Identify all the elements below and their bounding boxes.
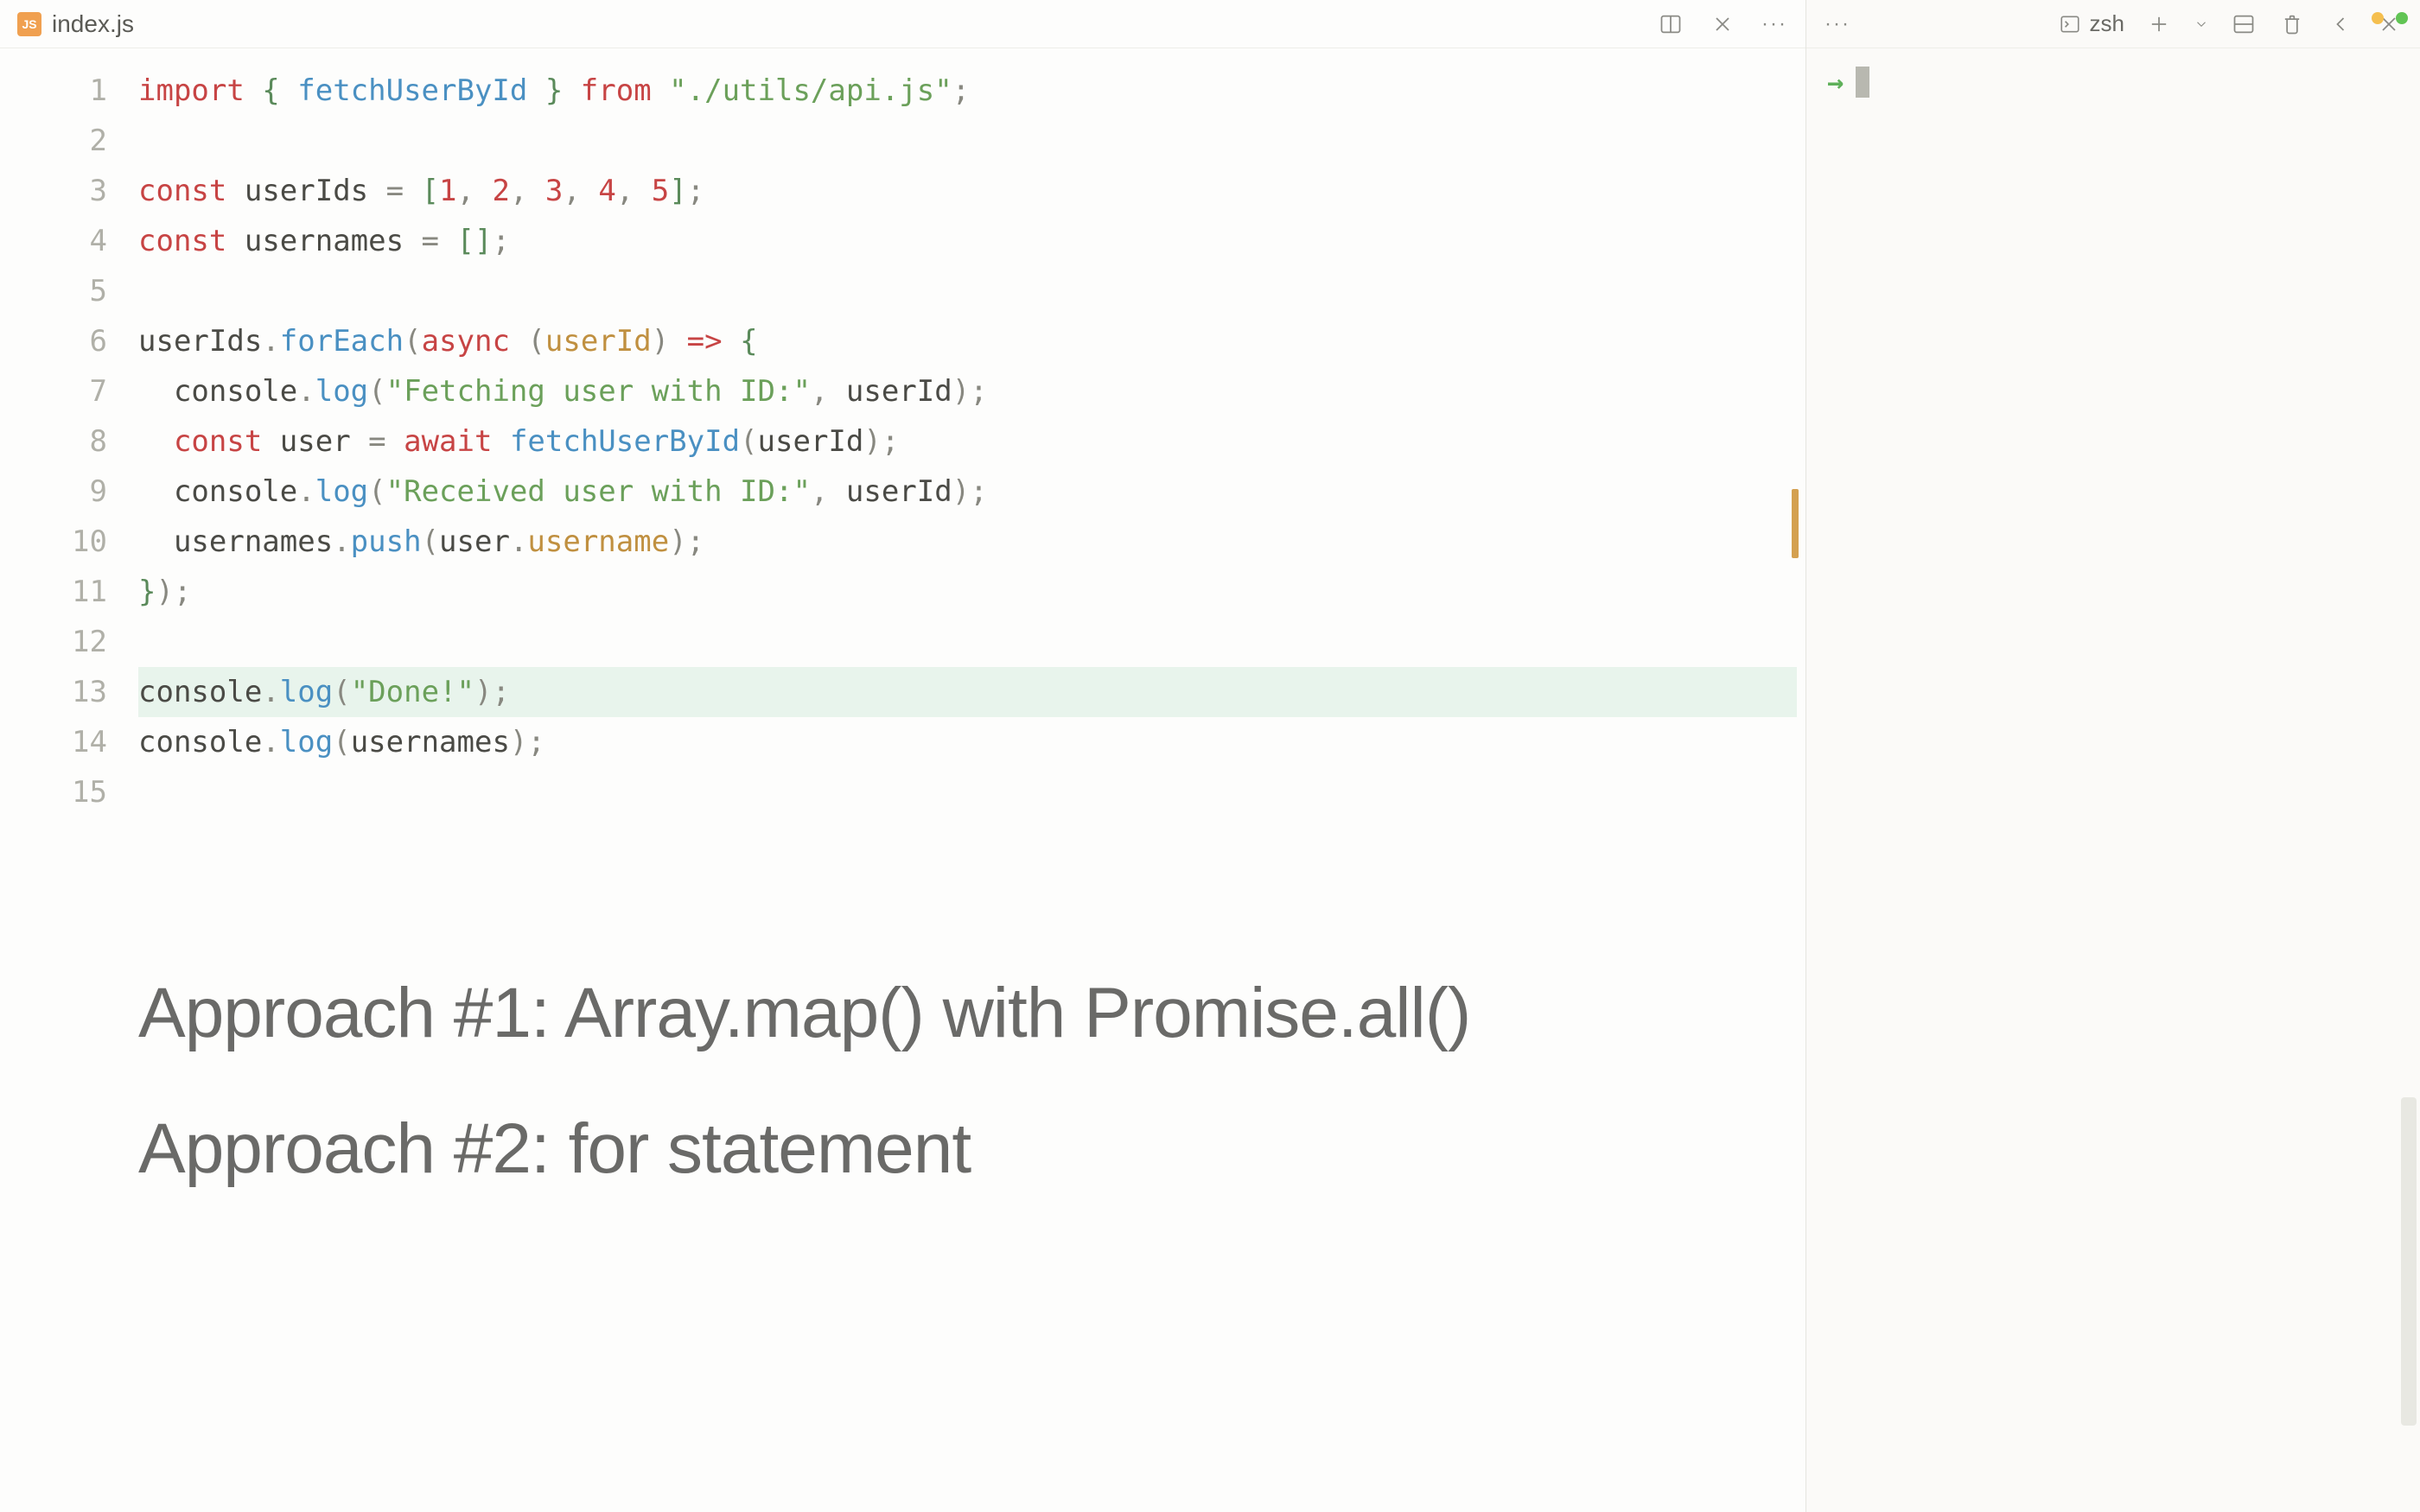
new-terminal-icon[interactable]: [2145, 10, 2173, 38]
approach-2-text: Approach #2: for statement: [138, 1103, 1470, 1196]
editor-tab-actions: ···: [1657, 10, 1788, 38]
line-number: 9: [0, 467, 107, 517]
approach-notes: Approach #1: Array.map() with Promise.al…: [138, 968, 1470, 1238]
scroll-marker: [1792, 489, 1799, 558]
maximize-button[interactable]: [2396, 12, 2408, 24]
terminal-cursor: [1856, 67, 1869, 98]
code-line: [138, 617, 1805, 667]
editor-tab-bar: JS index.js ···: [0, 0, 1805, 48]
terminal-more-icon[interactable]: ···: [1824, 10, 1851, 38]
terminal-pane: ··· zsh: [1806, 0, 2420, 1512]
terminal-actions: zsh: [2059, 10, 2403, 38]
code-line: userIds.forEach(async (userId) => {: [138, 316, 1805, 366]
shell-name: zsh: [2090, 10, 2124, 37]
line-number: 5: [0, 266, 107, 316]
trash-icon[interactable]: [2278, 10, 2306, 38]
tab-filename: index.js: [52, 10, 134, 38]
terminal-scrollbar[interactable]: [2401, 1097, 2417, 1426]
line-number: 4: [0, 216, 107, 266]
split-editor-icon[interactable]: [1657, 10, 1684, 38]
previous-icon[interactable]: [2327, 10, 2354, 38]
code-line: const usernames = [];: [138, 216, 1805, 266]
editor-pane: JS index.js ··· 1 2 3 4 5 6: [0, 0, 1806, 1512]
minimize-button[interactable]: [2372, 12, 2384, 24]
more-options-icon[interactable]: ···: [1761, 10, 1788, 38]
terminal-shell-tab[interactable]: zsh: [2059, 10, 2124, 37]
javascript-file-icon: JS: [17, 12, 41, 36]
code-line: console.log(usernames);: [138, 717, 1805, 767]
line-number: 11: [0, 567, 107, 617]
line-number: 3: [0, 166, 107, 216]
code-line: import { fetchUserById } from "./utils/a…: [138, 66, 1805, 116]
code-line: console.log("Fetching user with ID:", us…: [138, 366, 1805, 416]
line-number: 12: [0, 617, 107, 667]
code-line: console.log("Done!");: [138, 667, 1805, 717]
code-area[interactable]: import { fetchUserById } from "./utils/a…: [138, 66, 1805, 1512]
code-line: [138, 266, 1805, 316]
code-line: console.log("Received user with ID:", us…: [138, 467, 1805, 517]
line-number: 15: [0, 767, 107, 817]
close-tab-icon[interactable]: [1709, 10, 1736, 38]
line-number: 1: [0, 66, 107, 116]
terminal-prompt: →: [1827, 66, 2399, 98]
line-number: 6: [0, 316, 107, 366]
split-terminal-icon[interactable]: [2230, 10, 2258, 38]
line-number: 2: [0, 116, 107, 166]
code-line: const userIds = [1, 2, 3, 4, 5];: [138, 166, 1805, 216]
dropdown-chevron-icon[interactable]: [2194, 10, 2209, 38]
line-number: 10: [0, 517, 107, 567]
editor-body[interactable]: 1 2 3 4 5 6 7 8 9 10 11 12 13 14 15: [0, 48, 1805, 1512]
file-tab[interactable]: JS index.js: [17, 10, 134, 38]
main-container: JS index.js ··· 1 2 3 4 5 6: [0, 0, 2420, 1512]
code-line: });: [138, 567, 1805, 617]
prompt-arrow: →: [1827, 66, 1844, 98]
window-controls: [2372, 12, 2408, 24]
code-line: usernames.push(user.username);: [138, 517, 1805, 567]
code-line: const user = await fetchUserById(userId)…: [138, 416, 1805, 467]
approach-1-text: Approach #1: Array.map() with Promise.al…: [138, 968, 1470, 1060]
code-line: [138, 116, 1805, 166]
terminal-body[interactable]: →: [1806, 48, 2420, 1512]
line-number: 14: [0, 717, 107, 767]
code-line: [138, 767, 1805, 817]
line-number-gutter: 1 2 3 4 5 6 7 8 9 10 11 12 13 14 15: [0, 66, 138, 1512]
terminal-icon: [2059, 13, 2081, 35]
line-number: 7: [0, 366, 107, 416]
terminal-tab-bar: ··· zsh: [1806, 0, 2420, 48]
line-number: 13: [0, 667, 107, 717]
line-number: 8: [0, 416, 107, 467]
